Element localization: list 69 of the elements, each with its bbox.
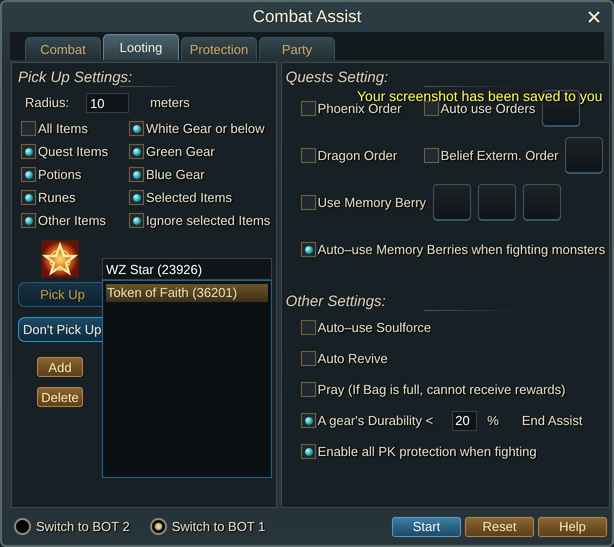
checkbox-label: Auto use Orders	[440, 102, 536, 116]
checkbox[interactable]	[300, 148, 316, 163]
checkbox[interactable]	[129, 190, 144, 205]
action-button[interactable]: Help	[538, 516, 607, 536]
checkbox[interactable]	[129, 213, 144, 228]
checkbox-label: Use Memory Berry	[318, 196, 426, 210]
mode-tab[interactable]: Pick Up	[18, 282, 102, 307]
checkbox[interactable]	[21, 121, 36, 136]
action-button[interactable]: Delete	[37, 387, 83, 407]
checkbox[interactable]	[300, 195, 316, 210]
tab[interactable]: Protection	[181, 37, 257, 60]
action-button[interactable]: Start	[392, 516, 461, 536]
checkbox-label: Belief Exterm. Order	[440, 148, 558, 162]
checkbox-label: Pray (If Bag is full, cannot receive rewards)	[318, 382, 566, 396]
checkbox-label: Selected Items	[146, 190, 232, 204]
checkbox[interactable]	[424, 101, 439, 116]
checkbox-label: Blue Gear	[146, 168, 205, 182]
tab[interactable]: Party	[259, 37, 335, 60]
checkbox-label: Green Gear	[146, 144, 215, 158]
checkbox-label: All Items	[38, 122, 88, 136]
radio-button[interactable]	[14, 518, 31, 535]
radius-label: Radius:	[25, 96, 70, 110]
tab[interactable]: Looting	[103, 34, 179, 60]
checkbox-label: White Gear or below	[146, 122, 264, 136]
checkbox[interactable]	[300, 351, 316, 366]
checkbox-label: Auto Revive	[318, 352, 388, 366]
checkbox-label: Potions	[38, 168, 82, 182]
checkbox-label: Auto–use Memory Berries when fighting monsters	[318, 242, 606, 256]
checkbox[interactable]	[21, 190, 36, 205]
checkbox-label: Phoenix Order	[318, 102, 402, 116]
checkbox-label: Runes	[38, 190, 76, 204]
close-icon[interactable]	[588, 11, 600, 23]
checkbox[interactable]	[21, 213, 36, 228]
radio-button[interactable]	[150, 518, 167, 535]
checkbox[interactable]	[129, 144, 144, 159]
checkbox[interactable]	[21, 144, 36, 159]
window-title: Combat Assist	[252, 7, 362, 27]
checkbox[interactable]	[300, 382, 316, 397]
checkbox[interactable]	[300, 101, 316, 116]
checkbox[interactable]	[300, 444, 316, 459]
checkbox[interactable]	[300, 320, 316, 335]
radio-label: Switch to BOT 1	[172, 520, 266, 534]
checkbox-label: Other Items	[38, 214, 106, 228]
tab[interactable]: Combat	[25, 37, 101, 60]
checkbox[interactable]	[300, 413, 316, 428]
checkbox-label: Enable all PK protection when fighting	[318, 444, 537, 458]
unit-label: %	[487, 414, 499, 428]
checkbox-label: A gear's Durability <	[318, 414, 434, 428]
checkbox-label: Dragon Order	[318, 148, 398, 162]
checkbox-label: Auto–use Soulforce	[318, 320, 432, 334]
star-icon	[41, 240, 79, 278]
radius-field[interactable]: 10	[86, 93, 130, 113]
checkbox-label: Quest Items	[38, 144, 108, 158]
notification-text: Your screenshot has been saved to you	[357, 90, 602, 103]
checkbox[interactable]	[129, 121, 144, 136]
action-button[interactable]: Add	[37, 357, 83, 377]
radio-label: Switch to BOT 2	[36, 520, 130, 534]
checkbox[interactable]	[21, 167, 36, 182]
checkbox[interactable]	[424, 148, 439, 163]
checkbox[interactable]	[129, 167, 144, 182]
checkbox[interactable]	[300, 242, 316, 257]
item-name-field[interactable]: WZ Star (23926)	[102, 258, 272, 280]
list-item[interactable]: Token of Faith (36201)	[106, 284, 268, 302]
end-assist-label: End Assist	[522, 414, 583, 428]
action-button[interactable]: Reset	[465, 516, 534, 536]
unit-label: meters	[150, 96, 190, 110]
mode-tab[interactable]: Don't Pick Up	[18, 317, 102, 342]
checkbox-label: Ignore selected Items	[146, 214, 270, 228]
durability-field[interactable]: 20	[452, 410, 478, 430]
